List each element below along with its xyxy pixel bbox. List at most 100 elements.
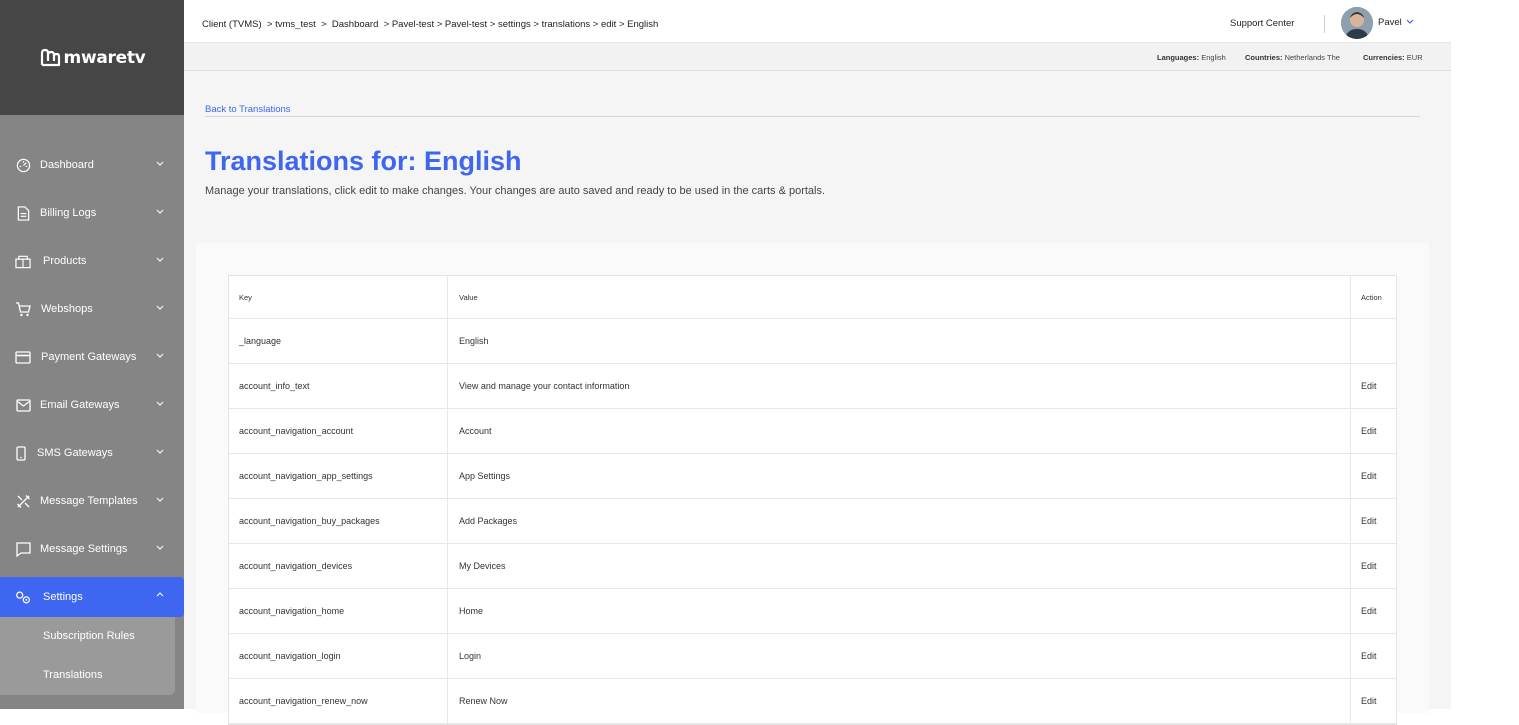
value-cell: Account — [448, 409, 1351, 453]
table-row: account_navigation_renew_now Renew Now E… — [229, 679, 1396, 724]
sidebar-item-label: Webshops — [41, 303, 93, 315]
value-cell: Home — [448, 589, 1351, 633]
breadcrumb-item[interactable]: Dashboard — [332, 19, 378, 30]
column-header-action: Action — [1361, 292, 1382, 302]
value-cell: Add Packages — [448, 499, 1351, 543]
cart-icon — [15, 301, 31, 317]
sidebar-item-settings[interactable]: Settings — [0, 577, 184, 617]
key-cell: account_navigation_home — [229, 589, 448, 633]
page-title: Translations for: English — [205, 146, 522, 176]
translations-card: Key Value Action _language English accou… — [196, 243, 1429, 725]
edit-button[interactable]: Edit — [1361, 606, 1377, 616]
sidebar-item-payment-gateways[interactable]: Payment Gateways — [0, 337, 184, 377]
column-header-key: Key — [229, 276, 448, 318]
sidebar-item-label: SMS Gateways — [37, 447, 113, 459]
table-header-row: Key Value Action — [229, 276, 1396, 319]
key-cell: account_navigation_account — [229, 409, 448, 453]
sidebar-item-products[interactable]: Products — [0, 241, 184, 281]
locale-info-bar: Languages: English Countries: Netherland… — [184, 43, 1451, 71]
credit-card-icon — [15, 349, 31, 365]
action-cell: Edit — [1351, 634, 1398, 678]
chevron-down-icon — [156, 401, 164, 406]
breadcrumb-item[interactable]: Pavel-test — [445, 19, 487, 30]
edit-button[interactable]: Edit — [1361, 696, 1377, 706]
key-cell: account_navigation_renew_now — [229, 679, 448, 723]
table-row: _language English — [229, 319, 1396, 364]
edit-button[interactable]: Edit — [1361, 471, 1377, 481]
table-row: account_navigation_buy_packages Add Pack… — [229, 499, 1396, 544]
value-cell: App Settings — [448, 454, 1351, 498]
sidebar-item-label: Email Gateways — [40, 399, 120, 411]
mail-icon — [15, 397, 31, 413]
value-cell: Login — [448, 634, 1351, 678]
chevron-down-icon — [156, 305, 164, 310]
phone-icon — [15, 445, 27, 461]
table-row: account_navigation_app_settings App Sett… — [229, 454, 1396, 499]
divider — [205, 116, 1420, 117]
top-bar: Client (TVMS) > tvms_test > Dashboard > … — [184, 0, 1451, 43]
sidebar-item-webshops[interactable]: Webshops — [0, 289, 184, 329]
table-row: account_navigation_account Account Edit — [229, 409, 1396, 454]
chevron-down-icon — [156, 497, 164, 502]
action-cell: Edit — [1351, 364, 1398, 408]
sidebar-subitem-translations[interactable]: Translations — [43, 669, 103, 681]
chevron-down-icon — [156, 161, 164, 166]
logo-area: mwaretv — [0, 0, 184, 115]
value-cell: Renew Now — [448, 679, 1351, 723]
sidebar: mwaretv Dashboard Billing Logs Products … — [0, 0, 184, 709]
edit-button[interactable]: Edit — [1361, 651, 1377, 661]
chevron-up-icon — [156, 592, 164, 597]
action-cell — [1351, 319, 1398, 363]
back-to-translations-link[interactable]: Back to Translations — [205, 104, 291, 115]
main-content: Back to Translations Translations for: E… — [184, 71, 1451, 725]
edit-button[interactable]: Edit — [1361, 561, 1377, 571]
edit-button[interactable]: Edit — [1361, 516, 1377, 526]
sidebar-item-billing-logs[interactable]: Billing Logs — [0, 193, 184, 233]
chevron-down-icon — [156, 449, 164, 454]
brand-logo[interactable]: mwaretv — [39, 47, 146, 69]
breadcrumb: Client (TVMS) > tvms_test > Dashboard > … — [202, 19, 659, 30]
breadcrumb-item[interactable]: Client (TVMS) — [202, 19, 262, 30]
document-icon — [15, 205, 31, 221]
mwaretv-logo-icon — [40, 48, 60, 66]
table-row: account_navigation_devices My Devices Ed… — [229, 544, 1396, 589]
edit-button[interactable]: Edit — [1361, 381, 1377, 391]
key-cell: account_info_text — [229, 364, 448, 408]
breadcrumb-item[interactable]: tvms_test — [275, 19, 316, 30]
chevron-down-icon — [156, 257, 164, 262]
key-cell: account_navigation_buy_packages — [229, 499, 448, 543]
breadcrumb-item[interactable]: Pavel-test — [392, 19, 434, 30]
chevron-down-icon — [156, 545, 164, 550]
key-cell: account_navigation_app_settings — [229, 454, 448, 498]
sidebar-item-label: Settings — [43, 591, 83, 603]
sidebar-item-label: Message Settings — [40, 543, 128, 555]
breadcrumb-item[interactable]: edit — [601, 19, 616, 30]
breadcrumb-item[interactable]: settings — [498, 19, 531, 30]
table-row: account_info_text View and manage your c… — [229, 364, 1396, 409]
breadcrumb-item: English — [627, 19, 659, 30]
sidebar-item-dashboard[interactable]: Dashboard — [0, 145, 184, 185]
sidebar-item-message-templates[interactable]: Message Templates — [0, 481, 184, 521]
sidebar-subitem-subscription-rules[interactable]: Subscription Rules — [43, 630, 135, 642]
languages-info: Languages: English — [1157, 53, 1226, 62]
chevron-down-icon — [156, 353, 164, 358]
translations-table: Key Value Action _language English accou… — [228, 275, 1397, 725]
sidebar-item-label: Products — [43, 255, 87, 267]
message-icon — [15, 541, 31, 557]
value-cell: English — [448, 319, 1351, 363]
page-subtitle: Manage your translations, click edit to … — [205, 185, 826, 197]
settings-submenu: Subscription Rules Translations — [0, 617, 175, 695]
sidebar-item-message-settings[interactable]: Message Settings — [0, 529, 184, 569]
sidebar-item-label: Billing Logs — [40, 207, 97, 219]
user-name[interactable]: Pavel — [1378, 17, 1402, 28]
edit-button[interactable]: Edit — [1361, 426, 1377, 436]
chevron-down-icon[interactable] — [1406, 19, 1414, 25]
action-cell: Edit — [1351, 409, 1398, 453]
breadcrumb-item[interactable]: translations — [542, 19, 591, 30]
countries-info: Countries: Netherlands The — [1245, 53, 1340, 62]
support-center-link[interactable]: Support Center — [1230, 18, 1294, 29]
currencies-info: Currencies: EUR — [1363, 53, 1423, 62]
avatar[interactable] — [1341, 7, 1373, 39]
sidebar-item-sms-gateways[interactable]: SMS Gateways — [0, 433, 184, 473]
sidebar-item-email-gateways[interactable]: Email Gateways — [0, 385, 184, 425]
